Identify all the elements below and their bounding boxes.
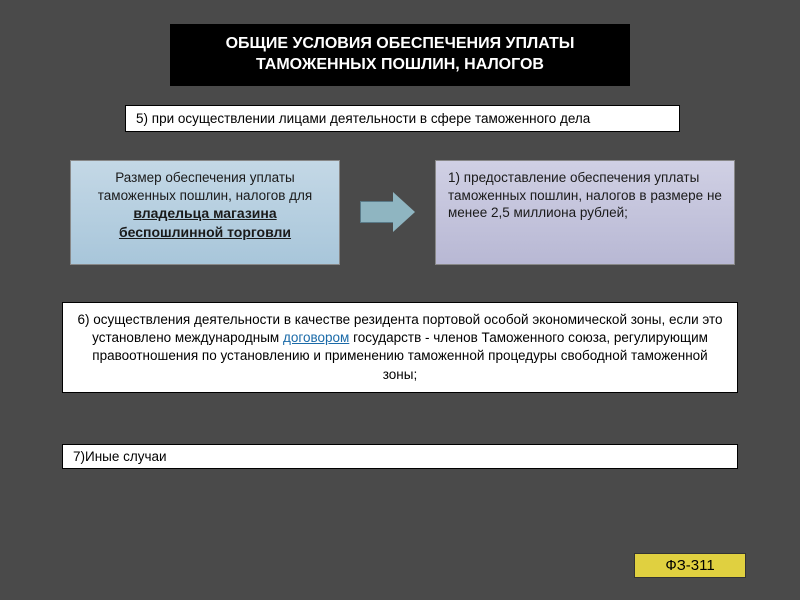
slide-title: ОБЩИЕ УСЛОВИЯ ОБЕСПЕЧЕНИЯ УПЛАТЫ ТАМОЖЕН… bbox=[170, 24, 630, 86]
point-6-box: 6) осуществления деятельности в качестве… bbox=[62, 302, 738, 393]
point-7-box: 7)Иные случаи bbox=[62, 444, 738, 469]
left-card-duty-free-owner: Размер обеспечения уплаты таможенных пош… bbox=[70, 160, 340, 265]
point-5-box: 5) при осуществлении лицами деятельности… bbox=[125, 105, 680, 132]
arrow-right-icon bbox=[360, 192, 415, 232]
right-card-guarantee-amount: 1) предоставление обеспечения уплаты там… bbox=[435, 160, 735, 265]
point6-link: договором bbox=[283, 330, 349, 345]
law-reference-badge: ФЗ-311 bbox=[634, 553, 746, 578]
left-card-text: Размер обеспечения уплаты таможенных пош… bbox=[98, 170, 312, 203]
left-card-underline: владельца магазина беспошлинной торговли bbox=[119, 205, 291, 240]
